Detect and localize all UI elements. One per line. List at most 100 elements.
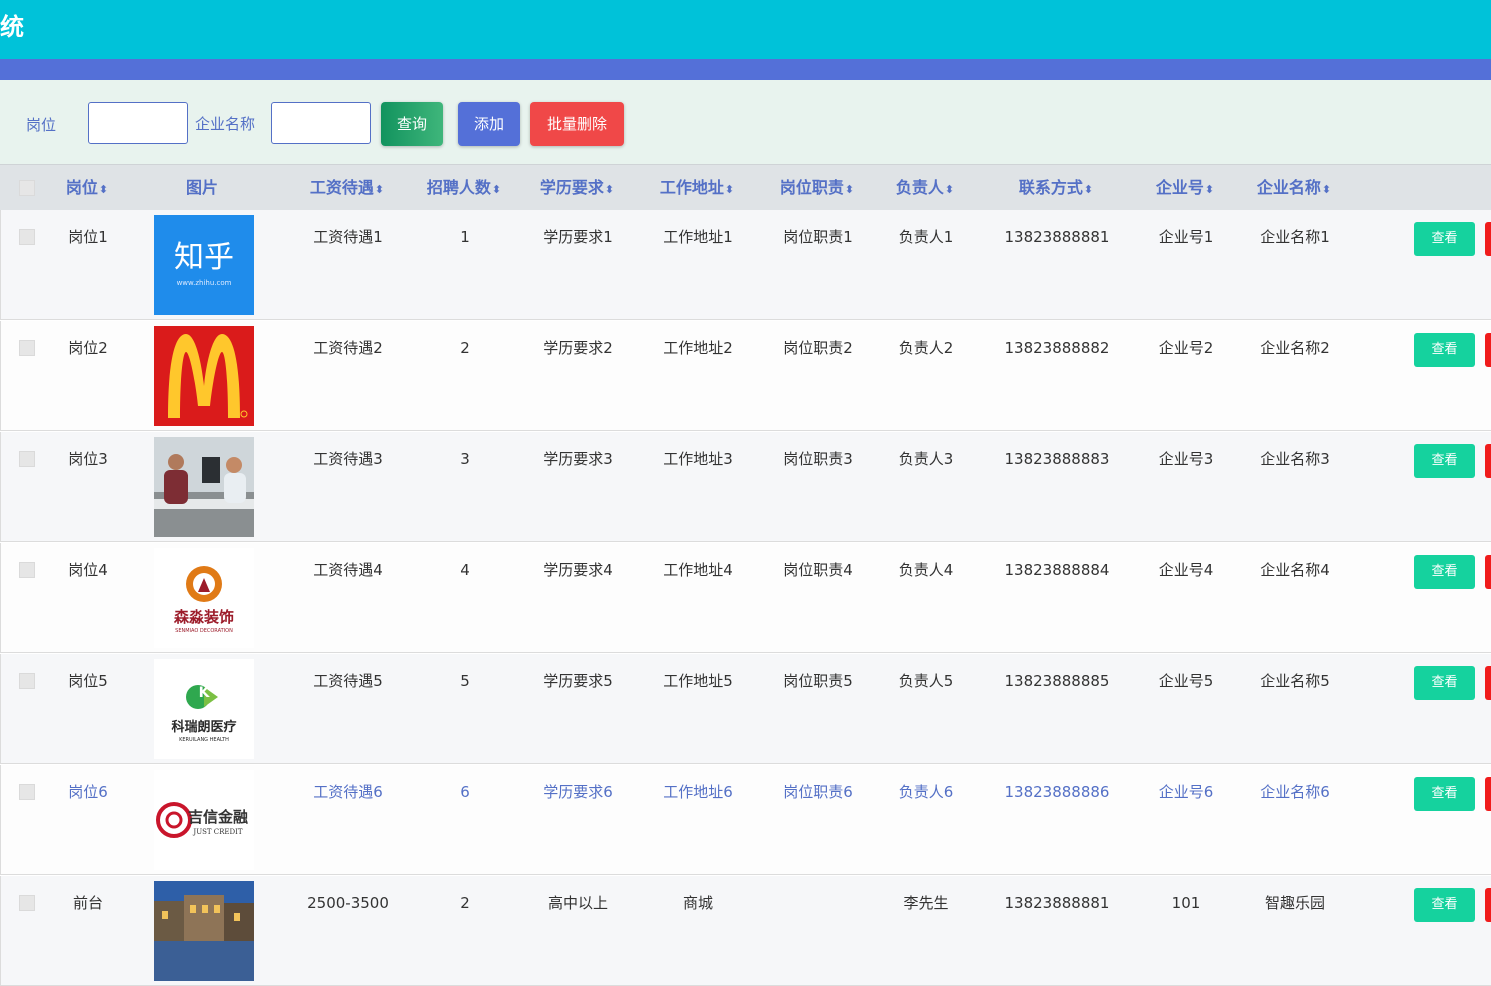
header-owner[interactable]: 负责人⬍ <box>865 177 985 201</box>
sort-icon[interactable]: ⬍ <box>99 183 108 196</box>
cell-pos: 岗位6 <box>68 783 108 801</box>
header-label: 企业名称 <box>1256 178 1321 197</box>
header-label: 工资待遇 <box>309 178 374 197</box>
header-company[interactable]: 企业名称⬍ <box>1234 177 1354 201</box>
svg-text:JUST CREDIT: JUST CREDIT <box>192 828 243 836</box>
add-button[interactable]: 添加 <box>458 102 520 146</box>
decoration-logo: 森淼装饰 SENMIAO DECORATION <box>154 548 254 648</box>
cell-owner: 负责人6 <box>898 783 954 801</box>
table-row[interactable]: 岗位3 工资待遇3 3 学历要求3 工作地址3 岗位职责3 负责人3 13823888883 企… <box>0 432 1491 542</box>
cell-company: 企业名称2 <box>1260 339 1330 357</box>
zhihu-logo-text: 知乎 <box>174 240 234 275</box>
cell-addr: 工作地址4 <box>663 561 733 579</box>
delete-button[interactable] <box>1485 555 1491 589</box>
city-photo <box>154 881 254 981</box>
cell-phone: 13823888886 <box>1004 783 1110 801</box>
svg-text:KERUILANG HEALTH: KERUILANG HEALTH <box>179 737 229 743</box>
sort-icon[interactable]: ⬍ <box>725 183 734 196</box>
cell-edu: 学历要求3 <box>543 450 613 468</box>
view-button[interactable]: 查看 <box>1414 555 1475 589</box>
cell-addr: 商城 <box>682 894 713 912</box>
view-button[interactable]: 查看 <box>1414 777 1475 811</box>
company-input[interactable] <box>271 102 371 144</box>
header-duty[interactable]: 岗位职责⬍ <box>757 177 877 201</box>
header-count[interactable]: 招聘人数⬍ <box>404 177 524 201</box>
view-button[interactable]: 查看 <box>1414 888 1475 922</box>
view-button[interactable]: 查看 <box>1414 333 1475 367</box>
position-input[interactable] <box>88 102 188 144</box>
sort-icon[interactable]: ⬍ <box>605 183 614 196</box>
header-education[interactable]: 学历要求⬍ <box>517 177 637 201</box>
cell-edu: 学历要求1 <box>543 228 613 246</box>
header-label: 学历要求 <box>539 178 604 197</box>
header-bizno[interactable]: 企业号⬍ <box>1125 177 1245 201</box>
cell-pos: 岗位4 <box>68 561 108 579</box>
header-address[interactable]: 工作地址⬍ <box>637 177 757 201</box>
svg-text:www.zhihu.com: www.zhihu.com <box>177 279 232 287</box>
header-label: 图片 <box>185 178 218 197</box>
table-row[interactable]: 森淼装饰 SENMIAO DECORATION 岗位4 工资待遇4 4 学历要求4 工作地址… <box>0 543 1491 653</box>
company-label: 企业名称 <box>195 115 256 133</box>
delete-button[interactable] <box>1485 333 1491 367</box>
view-button[interactable]: 查看 <box>1414 222 1475 256</box>
query-button[interactable]: 查询 <box>381 102 443 146</box>
header-image: 图片 <box>142 177 262 199</box>
cell-edu: 高中以上 <box>547 894 608 912</box>
sort-icon[interactable]: ⬍ <box>1205 183 1214 196</box>
table-row[interactable]: 前台 2500-3500 2 高中以上 商城 李先生 13823888881 101 智趣乐园查… <box>0 876 1491 986</box>
cell-company: 企业名称4 <box>1260 561 1330 579</box>
delete-button[interactable] <box>1485 222 1491 256</box>
delete-button[interactable] <box>1485 777 1491 811</box>
cell-edu: 学历要求4 <box>543 561 613 579</box>
cell-addr: 工作地址5 <box>663 672 733 690</box>
position-label: 岗位 <box>26 116 57 134</box>
header-position[interactable]: 岗位⬍ <box>27 177 147 201</box>
sort-icon[interactable]: ⬍ <box>945 183 954 196</box>
cell-edu: 学历要求5 <box>543 672 613 690</box>
svg-text:科瑞朗医疗: 科瑞朗医疗 <box>171 719 236 735</box>
table-header: 岗位⬍ 图片 工资待遇⬍ 招聘人数⬍ 学历要求⬍ 工作地址⬍ 岗位职责⬍ 负责人⬍ 联系方式⬍ 企… <box>0 164 1491 211</box>
delete-button[interactable] <box>1485 666 1491 700</box>
table-row[interactable]: K 科瑞朗医疗 KERUILANG HEALTH 岗位5 工资待遇5 5 学历要求5 工作地址… <box>0 654 1491 764</box>
sort-icon[interactable]: ⬍ <box>492 183 501 196</box>
delete-button[interactable] <box>1485 444 1491 478</box>
cell-pos: 岗位2 <box>68 339 108 357</box>
cell-owner: 李先生 <box>903 894 949 912</box>
header-label: 联系方式 <box>1018 178 1083 197</box>
svg-text:吉信金融: 吉信金融 <box>188 808 248 826</box>
header-label: 岗位职责 <box>779 178 844 197</box>
table-row[interactable]: 岗位2 工资待遇2 2 学历要求2 工作地址2 岗位职责2 负责人2 13823888882 企… <box>0 321 1491 431</box>
sort-icon[interactable]: ⬍ <box>845 183 854 196</box>
view-button[interactable]: 查看 <box>1414 666 1475 700</box>
sort-icon[interactable]: ⬍ <box>375 183 384 196</box>
cell-company: 智趣乐园 <box>1264 894 1325 912</box>
table-row[interactable]: 吉信金融 JUST CREDIT 岗位6 工资待遇6 6 学历要求6 工作地址6 岗位职责6 负… <box>0 765 1491 875</box>
cell-addr: 工作地址3 <box>663 450 733 468</box>
cell-addr: 工作地址1 <box>663 228 733 246</box>
header-label: 招聘人数 <box>426 178 491 197</box>
cell-owner: 负责人3 <box>898 450 954 468</box>
cell-phone: 13823888884 <box>1004 561 1110 579</box>
cell-edu: 学历要求6 <box>543 783 613 801</box>
cell-pos: 前台 <box>72 894 103 912</box>
batch-delete-button[interactable]: 批量删除 <box>530 102 624 146</box>
mcdonalds-logo <box>154 326 254 426</box>
cell-company: 企业名称1 <box>1260 228 1330 246</box>
header-label: 企业号 <box>1155 178 1204 197</box>
cell-phone: 13823888881 <box>1004 228 1110 246</box>
office-photo <box>154 437 254 537</box>
delete-button[interactable] <box>1485 888 1491 922</box>
table-row[interactable]: 知乎 www.zhihu.com 岗位1 工资待遇1 1 学历要求1 工作地址1 岗位职责1 负… <box>0 210 1491 320</box>
cell-pos: 岗位5 <box>68 672 108 690</box>
cell-phone: 13823888881 <box>1004 894 1110 912</box>
cell-phone: 13823888882 <box>1004 339 1110 357</box>
header-phone[interactable]: 联系方式⬍ <box>996 177 1116 201</box>
view-button[interactable]: 查看 <box>1414 444 1475 478</box>
top-header: 统 <box>0 0 1491 59</box>
sort-icon[interactable]: ⬍ <box>1084 183 1093 196</box>
sort-icon[interactable]: ⬍ <box>1322 183 1331 196</box>
cell-addr: 工作地址6 <box>663 783 733 801</box>
cell-company: 企业名称3 <box>1260 450 1330 468</box>
header-salary[interactable]: 工资待遇⬍ <box>287 177 407 201</box>
svg-text:K: K <box>199 685 211 701</box>
